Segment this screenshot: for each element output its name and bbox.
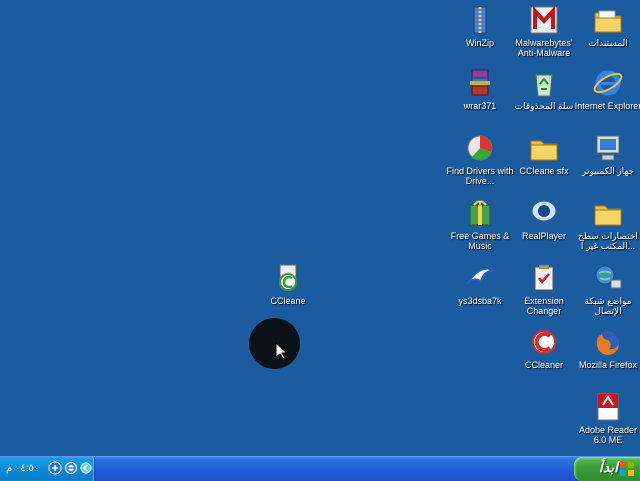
icon-label: Find Drivers with Drive...: [446, 166, 514, 186]
desktop-icon-recycle-bin[interactable]: سلة المحذوفات: [508, 67, 580, 111]
ys3dsba7k-icon: [466, 267, 496, 285]
desktop-icon-my-computer[interactable]: جهاز الكمبيوتر: [572, 132, 640, 176]
desktop-icon-internet-explorer[interactable]: Internet Explorer: [572, 67, 640, 111]
ccleaner-setup-icon: [279, 264, 297, 291]
icon-label: ys3dsba7k: [458, 296, 502, 306]
show-desktop-icon[interactable]: [80, 461, 92, 475]
icon-label: CCleane: [270, 296, 306, 306]
find-drivers-icon: [467, 135, 493, 161]
icon-label: Extension Changer: [524, 296, 564, 316]
network-places-icon: [595, 265, 622, 289]
icon-label: wrar371: [463, 101, 497, 111]
icon-label: Mozilla Firefox: [578, 360, 637, 370]
desktop-icon-winzip[interactable]: WinZip: [444, 4, 516, 48]
start-label: ابدأ: [598, 459, 618, 475]
taskbar: ٠٤:٥٠ م ابدأ: [0, 456, 640, 481]
malwarebytes-icon: [530, 5, 558, 34]
ie-quicklaunch-icon[interactable]: [64, 461, 78, 475]
icon-label: جهاز الكمبيوتر: [581, 166, 635, 176]
my-computer-icon: [596, 135, 620, 161]
ccleaner-icon: [532, 330, 556, 354]
icon-label: WinZip: [465, 38, 494, 48]
free-games-icon: [469, 200, 491, 226]
start-button[interactable]: ابدأ: [574, 457, 640, 481]
folder-icon: [530, 140, 558, 161]
icon-label: مواضع شبكة الإتصال: [584, 296, 632, 316]
desktop-icon-ccleaner[interactable]: CCleaner: [508, 326, 580, 370]
winzip-icon: [473, 6, 487, 34]
recycle-bin-icon: [535, 74, 553, 97]
icon-label: اختصارات سطح المكتب غير ا...: [578, 231, 638, 251]
desktop-icon-my-documents[interactable]: المستندات: [572, 4, 640, 48]
icon-label: CCleaner: [524, 360, 564, 370]
icon-label: Malwarebytes' Anti-Malware: [515, 38, 573, 58]
desktop-icon-adobe-reader[interactable]: Adobe Reader 6.0 ME: [572, 391, 640, 445]
desktop-icon-ccleane[interactable]: CCleane: [252, 262, 324, 306]
desktop-icon-wrar371[interactable]: wrar371: [444, 67, 516, 111]
desktop-icon-ccleane-sfx[interactable]: CCleane sfx: [508, 132, 580, 176]
extension-changer-icon: [534, 265, 554, 291]
desktop-icon-free-games[interactable]: Free Games & Music: [444, 197, 516, 251]
icon-label: المستندات: [588, 38, 628, 48]
internet-explorer-icon: [593, 70, 623, 96]
desktop-icon-firefox[interactable]: Mozilla Firefox: [572, 326, 640, 370]
winrar-icon: [470, 69, 490, 96]
clock[interactable]: ٠٤:٥٠ م: [6, 463, 39, 474]
desktop-icon-ys3dsba7k[interactable]: ys3dsba7k: [444, 262, 516, 306]
folder-icon: [594, 205, 622, 226]
desktop[interactable]: المستندات Malwarebytes' Anti-Malware Win…: [0, 0, 640, 456]
icon-label: Adobe Reader 6.0 ME: [578, 425, 638, 445]
icon-label: Free Games & Music: [450, 231, 510, 251]
desktop-icon-malwarebytes[interactable]: Malwarebytes' Anti-Malware: [508, 4, 580, 58]
firefox-icon: [596, 331, 619, 355]
desktop-icon-realplayer[interactable]: RealPlayer: [508, 197, 580, 241]
icon-label: RealPlayer: [521, 231, 567, 241]
mouse-cursor-icon: [275, 342, 287, 360]
icon-label: Internet Explorer: [574, 101, 640, 111]
adobe-reader-icon: [597, 393, 619, 421]
realplayer-icon: [531, 200, 557, 224]
system-tray: ٠٤:٥٠ م: [0, 457, 95, 481]
desktop-icon-extension-changer[interactable]: Extension Changer: [508, 262, 580, 316]
my-documents-folder-icon: [594, 10, 622, 33]
icon-label: سلة المحذوفات: [514, 101, 574, 111]
desktop-icon-desktop-shortcuts[interactable]: اختصارات سطح المكتب غير ا...: [572, 197, 640, 251]
windows-logo-icon: [620, 462, 634, 476]
network-icon[interactable]: [48, 461, 62, 475]
icon-label: CCleane sfx: [519, 166, 569, 176]
desktop-icon-network-places[interactable]: مواضع شبكة الإتصال: [572, 262, 640, 316]
desktop-icon-find-drivers[interactable]: Find Drivers with Drive...: [444, 132, 516, 186]
